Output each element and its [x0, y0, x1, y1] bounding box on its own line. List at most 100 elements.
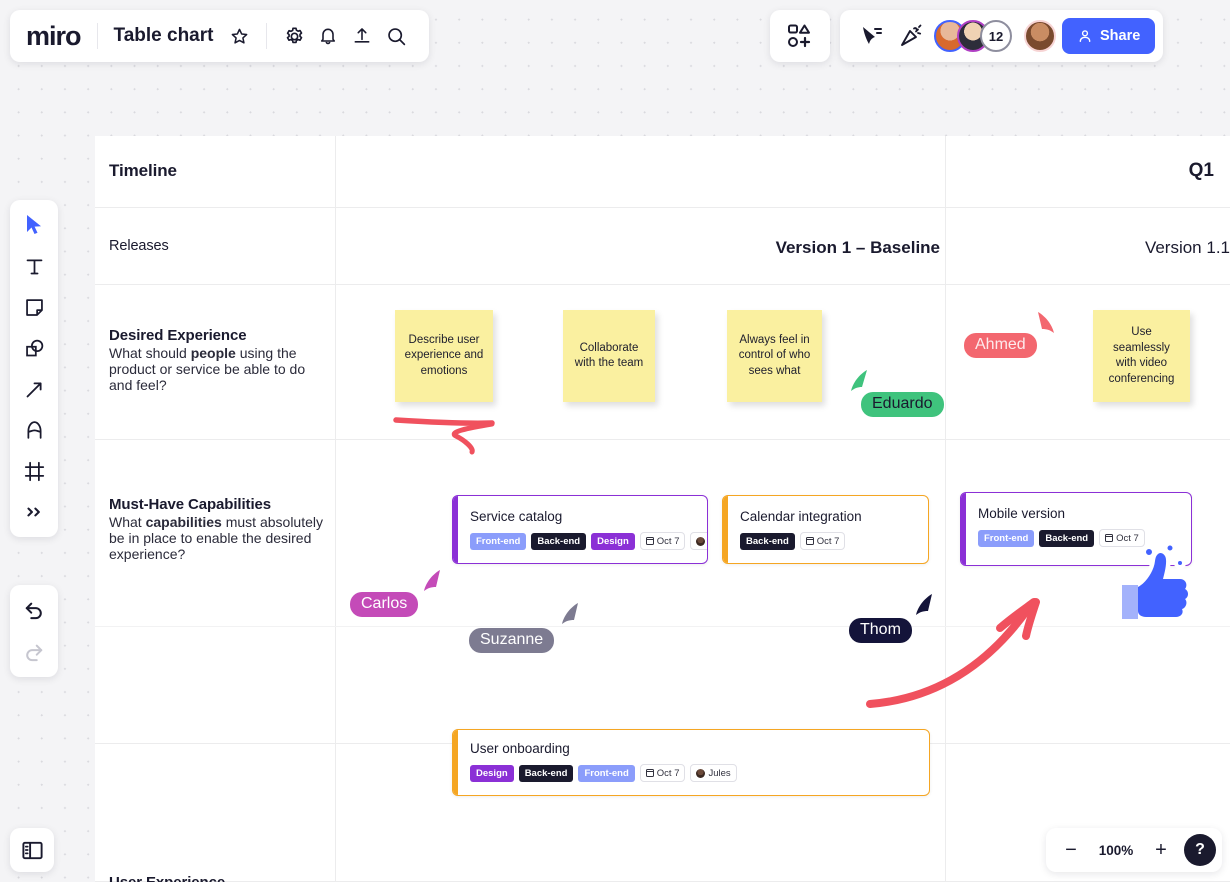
tag-front-end[interactable]: Front-end — [578, 764, 635, 782]
cursor-pointer-icon — [424, 570, 440, 591]
card-title: Service catalog — [470, 509, 563, 524]
releases-label-cell: Releases — [109, 238, 169, 254]
frame-tool[interactable] — [19, 456, 49, 486]
redo-icon[interactable] — [19, 637, 49, 667]
more-tools[interactable] — [19, 497, 49, 527]
tag-back-end[interactable]: Back-end — [531, 532, 587, 550]
upload-icon[interactable] — [345, 19, 379, 53]
star-icon[interactable] — [222, 19, 256, 53]
search-icon[interactable] — [379, 19, 413, 53]
card-assignee[interactable]: Jules — [690, 532, 707, 550]
tag-design[interactable]: Design — [470, 764, 514, 782]
collaborator-count[interactable]: 12 — [980, 20, 1012, 52]
card-service-catalog[interactable]: Service catalog Front-end Back-end Desig… — [452, 495, 708, 564]
share-label: Share — [1100, 28, 1141, 44]
thumbs-up-sticker[interactable] — [1108, 543, 1194, 631]
undo-icon[interactable] — [19, 595, 49, 625]
tag-front-end[interactable]: Front-end — [978, 529, 1035, 547]
sticky-text: Always feel in control of who sees what — [738, 333, 811, 377]
zoom-in-button[interactable]: + — [1148, 837, 1174, 863]
sticky-text: Use seamlessly with video conferencing — [1108, 326, 1175, 385]
tag-back-end[interactable]: Back-end — [740, 532, 795, 550]
shapes-add-icon — [788, 24, 811, 48]
current-user-avatar[interactable] — [1024, 20, 1056, 52]
card-due-date[interactable]: Oct 7 — [799, 532, 846, 550]
zoom-controls[interactable]: − 100% + ? — [1046, 828, 1222, 872]
must-have-title: Must-Have Capabilities — [109, 496, 272, 513]
miro-logo[interactable]: miro — [26, 21, 97, 52]
share-button[interactable]: Share — [1062, 18, 1156, 54]
avatar-icon — [696, 768, 706, 778]
card-due-date[interactable]: Oct 7 — [639, 532, 686, 550]
card-tags: Back-end Oct 7 — [723, 524, 928, 550]
cursor-thom — [911, 591, 935, 618]
history-toolbar[interactable] — [10, 585, 58, 677]
sticky-always-feel-in-control[interactable]: Always feel in control of who sees what — [727, 310, 822, 402]
cursor-label-eduardo: Eduardo — [861, 392, 944, 417]
celebrate-icon[interactable] — [894, 19, 928, 53]
card-tags: Design Back-end Front-end Oct 7 Jules — [453, 756, 929, 782]
board-toolbar-left[interactable]: miro Table chart — [10, 10, 430, 62]
cursor-ahmed — [1035, 308, 1059, 335]
calendar-icon — [645, 537, 654, 545]
table-row-spacer — [95, 626, 1230, 627]
release-version-11: Version 1.1 — [1144, 238, 1230, 257]
must-have-label-cell: Must-Have Capabilities What capabilities… — [109, 496, 327, 563]
card-tags: Front-end Back-end Design Oct 7 Jules — [453, 524, 707, 550]
sticky-collaborate-with-team[interactable]: Collaborate with the team — [563, 310, 655, 402]
timeline-label: Timeline — [109, 161, 177, 180]
pen-tool[interactable] — [19, 415, 49, 445]
desired-experience-label-cell: Desired Experience What should people us… — [109, 327, 324, 394]
table-header-row: Timeline Q1 — [95, 136, 1230, 208]
collab-toolbar[interactable]: 12 Share — [840, 10, 1164, 62]
cursor-suzanne — [557, 600, 581, 627]
card-calendar-integration[interactable]: Calendar integration Back-end Oct 7 — [722, 495, 929, 564]
release-version-1: Version 1 – Baseline — [775, 238, 940, 257]
cursor-pointer-icon — [562, 603, 578, 624]
cursor-share-icon[interactable] — [854, 19, 888, 53]
calendar-icon — [805, 537, 814, 545]
avatar-icon — [696, 536, 706, 546]
sticky-note-tool[interactable] — [19, 292, 49, 322]
toolbar-divider-2 — [266, 23, 268, 49]
card-due-date[interactable]: Oct 7 — [639, 764, 686, 782]
bell-icon[interactable] — [311, 19, 345, 53]
shapes-add-button[interactable] — [770, 10, 830, 62]
card-accent-stripe — [723, 496, 728, 563]
card-title: Mobile version — [978, 506, 1066, 521]
card-accent-stripe — [961, 493, 966, 565]
tag-front-end[interactable]: Front-end — [470, 532, 527, 550]
zoom-level[interactable]: 100% — [1094, 843, 1138, 858]
select-tool[interactable] — [19, 210, 49, 240]
table-releases-row: Releases Version 1 – Baseline Version 1.… — [95, 208, 1230, 285]
board-title[interactable]: Table chart — [98, 25, 223, 47]
table-row-must-have-capabilities: Must-Have Capabilities What capabilities… — [95, 440, 1230, 744]
text-tool[interactable] — [19, 251, 49, 281]
sticky-use-seamlessly-video[interactable]: Use seamlessly with video conferencing — [1093, 310, 1190, 402]
cursor-pointer-icon — [1038, 312, 1054, 333]
card-accent-stripe — [453, 730, 458, 795]
collaborator-avatars[interactable]: 12 — [934, 20, 1012, 52]
card-accent-stripe — [453, 496, 458, 563]
sticky-describe-user-experience[interactable]: Describe user experience and emotions — [395, 310, 493, 402]
cursor-carlos — [419, 567, 443, 594]
card-assignee[interactable]: Jules — [690, 764, 737, 782]
desired-experience-title: Desired Experience — [109, 327, 247, 344]
timeline-label-cell: Timeline — [109, 161, 177, 181]
card-title: User onboarding — [470, 741, 570, 756]
tag-design[interactable]: Design — [591, 532, 635, 550]
cursor-pointer-icon — [851, 370, 867, 391]
tag-back-end[interactable]: Back-end — [1039, 529, 1095, 547]
panel-toggle-icon — [21, 841, 43, 859]
connector-tool[interactable] — [19, 374, 49, 404]
help-button[interactable]: ? — [1184, 834, 1216, 866]
panel-toggle-button[interactable] — [10, 828, 54, 872]
card-user-onboarding[interactable]: User onboarding Design Back-end Front-en… — [452, 729, 930, 796]
creation-toolbar[interactable] — [10, 200, 58, 537]
person-icon — [1079, 30, 1091, 43]
shapes-tool[interactable] — [19, 333, 49, 363]
releases-label: Releases — [109, 238, 169, 254]
tag-back-end[interactable]: Back-end — [518, 764, 574, 782]
zoom-out-button[interactable]: − — [1058, 837, 1084, 863]
gear-icon[interactable] — [277, 19, 311, 53]
